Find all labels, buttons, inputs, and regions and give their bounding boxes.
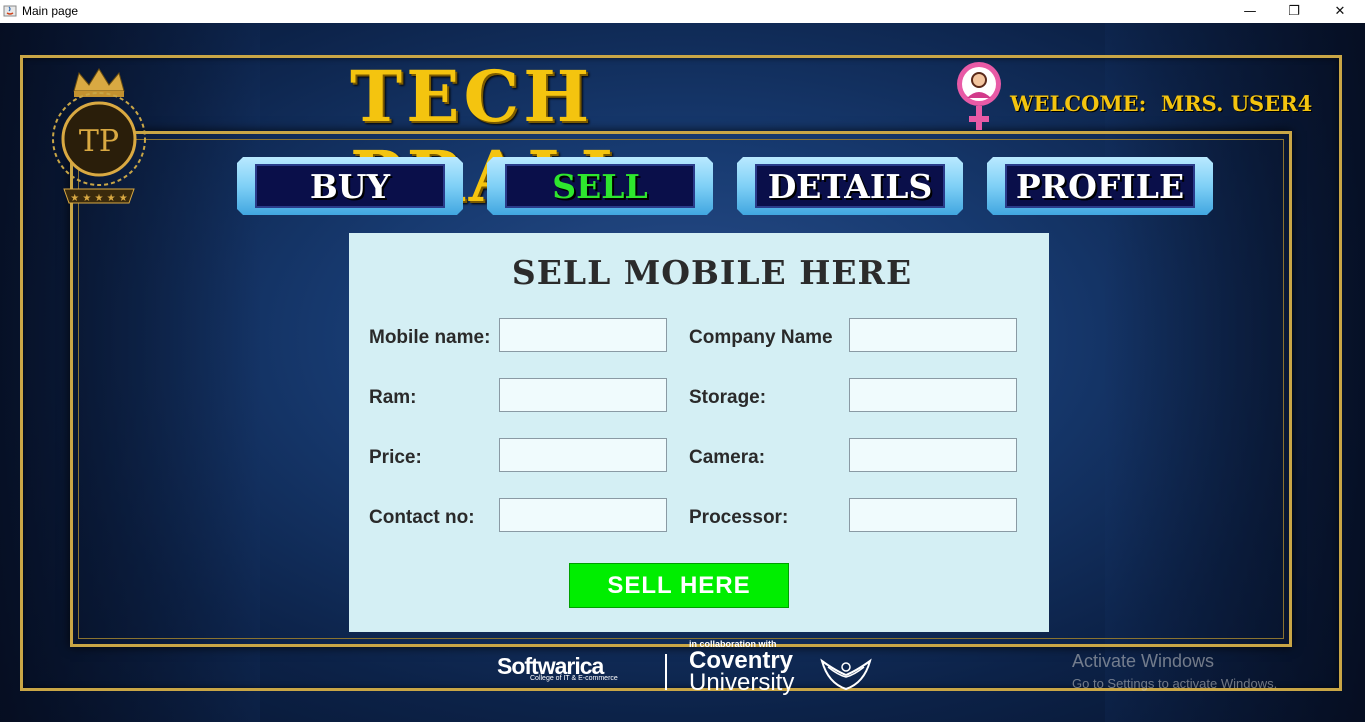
price-input[interactable]	[499, 438, 667, 472]
welcome-text: WELCOME: MRS. USER4	[1010, 91, 1313, 116]
java-app-icon	[3, 5, 17, 17]
nav-profile-button[interactable]: PROFILE	[987, 157, 1213, 215]
contact-no-label: Contact no:	[369, 507, 475, 528]
storage-label: Storage:	[689, 387, 767, 408]
ram-input[interactable]	[499, 378, 667, 412]
nav-details-label: DETAILS	[755, 164, 945, 208]
female-user-icon	[957, 62, 1001, 130]
nav-sell-label: SELL	[505, 164, 695, 208]
tp-crest-logo: TP ★ ★ ★ ★ ★	[52, 68, 146, 204]
phoenix-icon	[820, 658, 872, 691]
brand-title: TECH PRALI	[350, 55, 618, 218]
price-label: Price:	[369, 447, 422, 468]
window-title-bar: Main page — ❐ ✕	[0, 0, 1365, 24]
camera-label: Camera:	[689, 447, 766, 468]
maximize-button[interactable]: ❐	[1271, 0, 1317, 23]
nav-profile-label: PROFILE	[1005, 164, 1195, 208]
activate-windows-watermark: Activate Windows Go to Settings to activ…	[1072, 651, 1277, 691]
company-name-label: Company Name	[689, 327, 833, 348]
activate-line1: Activate Windows	[1072, 651, 1215, 671]
nav-sell-button[interactable]: SELL	[487, 157, 713, 215]
form-title: SELL MOBILE HERE	[511, 253, 913, 292]
processor-label: Processor:	[689, 507, 789, 528]
svg-text:★ ★ ★ ★ ★: ★ ★ ★ ★ ★	[70, 193, 128, 204]
window-title: Main page	[22, 4, 79, 18]
contact-no-input[interactable]	[499, 498, 667, 532]
nav-details-button[interactable]: DETAILS	[737, 157, 963, 215]
coventry-line2: University	[689, 669, 795, 696]
storage-input[interactable]	[849, 378, 1017, 412]
processor-input[interactable]	[849, 498, 1017, 532]
softwarica-subtitle: College of IT & E-commerce	[530, 675, 618, 682]
nav-buy-button[interactable]: BUY	[237, 157, 463, 215]
mobile-name-label: Mobile name:	[369, 327, 491, 348]
activate-line2: Go to Settings to activate Windows.	[1072, 676, 1278, 691]
logo-text: TP	[79, 124, 119, 159]
minimize-button[interactable]: —	[1227, 0, 1273, 23]
camera-input[interactable]	[849, 438, 1017, 472]
ram-label: Ram:	[369, 387, 417, 408]
mobile-name-input[interactable]	[499, 318, 667, 352]
company-name-input[interactable]	[849, 318, 1017, 352]
coventry-logo: Coventry University	[689, 649, 795, 696]
footer-divider	[665, 654, 667, 690]
nav-buy-label: BUY	[255, 164, 445, 208]
sell-form-panel: SELL MOBILE HERE Mobile name: Company Na…	[349, 233, 1049, 632]
sell-here-button[interactable]: SELL HERE	[569, 563, 789, 608]
close-button[interactable]: ✕	[1317, 0, 1363, 23]
main-content: TP ★ ★ ★ ★ ★ TECH PRALI WELCOME: MRS. US…	[0, 23, 1365, 722]
